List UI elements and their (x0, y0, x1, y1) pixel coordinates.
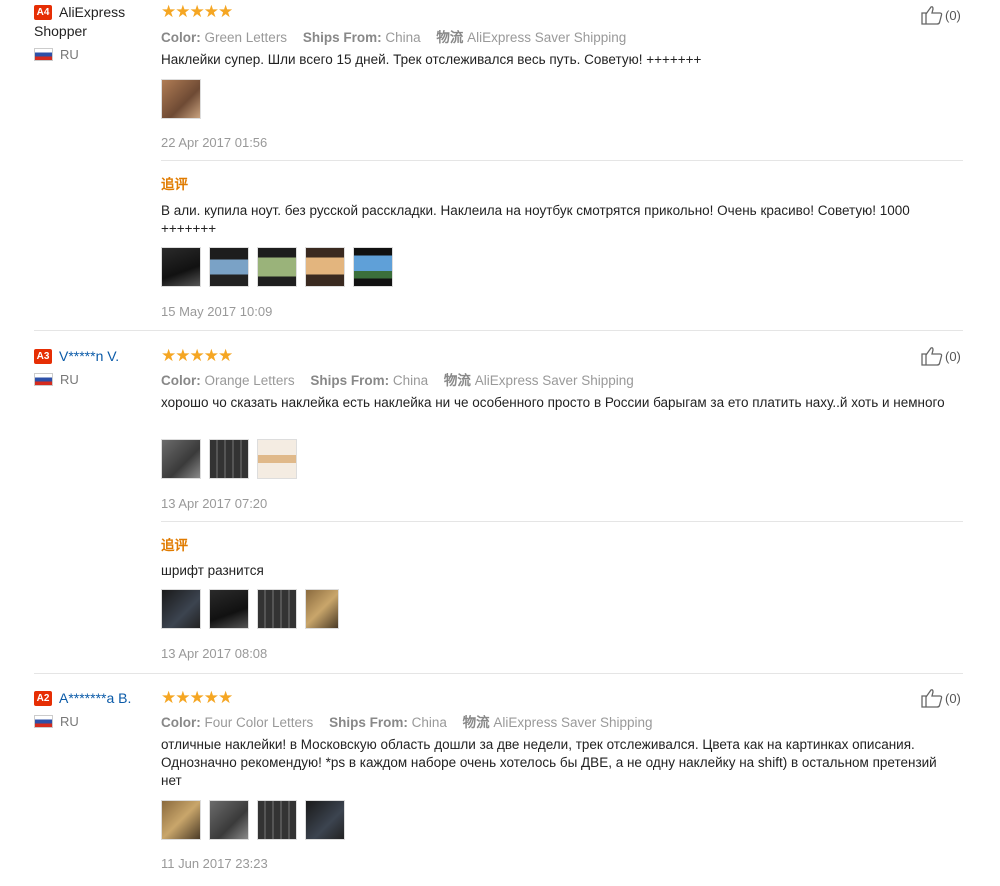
star-icon: ★ (203, 2, 219, 21)
star-icon: ★ (161, 2, 177, 21)
review-photo-thumbnail[interactable] (305, 589, 339, 629)
star-icon: ★ (218, 688, 234, 707)
review-photo-thumbnail[interactable] (209, 439, 249, 479)
review-text: Наклейки супер. Шли всего 15 дней. Трек … (161, 52, 702, 67)
logistics-value: AliExpress Saver Shipping (474, 373, 634, 388)
review-photos (161, 800, 353, 840)
ships-from-value: China (411, 715, 447, 730)
reviewer-country: RU (34, 47, 154, 62)
additional-photos (161, 247, 401, 287)
order-info: Color: Orange Letters Ships From: China … (161, 373, 634, 388)
review-date: 11 Jun 2017 23:23 (161, 856, 268, 871)
star-icon: ★ (203, 688, 219, 707)
star-icon: ★ (161, 346, 177, 365)
reviewer-name-line2: Shopper (34, 23, 87, 39)
additional-feedback-text: шрифт разнится (161, 563, 264, 578)
helpful-button[interactable]: (0) (921, 346, 961, 366)
star-icon: ★ (189, 2, 205, 21)
review-photo-thumbnail[interactable] (257, 247, 297, 287)
buyer-level-badge: A4 (34, 5, 52, 20)
review-photo-thumbnail[interactable] (305, 247, 345, 287)
reviewer-country: RU (34, 714, 154, 729)
review-date: 22 Apr 2017 01:56 (161, 135, 268, 150)
star-icon: ★ (203, 346, 219, 365)
additional-feedback-date: 13 Apr 2017 08:08 (161, 646, 268, 661)
ships-from-value: China (392, 373, 429, 388)
color-value: Green Letters (204, 30, 288, 45)
star-rating: ★★★★★ (161, 2, 234, 21)
thumbs-up-icon (921, 689, 943, 708)
star-icon: ★ (218, 346, 234, 365)
review-photo-thumbnail[interactable] (305, 800, 345, 840)
review-date: 13 Apr 2017 07:20 (161, 496, 268, 511)
reviewer-name[interactable]: V*****n V. (59, 347, 119, 366)
review-photo-thumbnail[interactable] (257, 589, 297, 629)
reviewer-info: A4 AliExpress Shopper RU (34, 3, 154, 62)
buyer-level-badge: A2 (34, 691, 52, 706)
review-photo-thumbnail[interactable] (161, 247, 201, 287)
helpful-count: (0) (945, 690, 961, 706)
additional-photos (161, 589, 347, 629)
review-divider (34, 673, 963, 674)
thumbs-up-icon (921, 347, 943, 366)
color-value: Four Color Letters (204, 715, 314, 730)
russia-flag-icon (34, 48, 53, 61)
review-photo-thumbnail[interactable] (161, 800, 201, 840)
star-icon: ★ (175, 346, 191, 365)
additional-feedback-text: В али. купила ноут. без русской рассклaд… (161, 203, 910, 236)
reviewer-country: RU (34, 372, 154, 387)
review-photo-thumbnail[interactable] (257, 800, 297, 840)
star-rating: ★★★★★ (161, 688, 234, 707)
color-value: Orange Letters (204, 373, 295, 388)
review-photo-thumbnail[interactable] (209, 800, 249, 840)
reviewer-name: AliExpress (59, 4, 126, 20)
additional-feedback-label: 追评 (161, 177, 188, 192)
divider (161, 160, 963, 161)
star-rating: ★★★★★ (161, 346, 234, 365)
helpful-button[interactable]: (0) (921, 688, 961, 708)
review-photos (161, 439, 305, 479)
review-divider (34, 330, 963, 331)
star-icon: ★ (161, 688, 177, 707)
review-photo-thumbnail[interactable] (161, 439, 201, 479)
review-text: хорошо чо сказать наклейка есть наклейка… (161, 395, 945, 410)
star-icon: ★ (189, 688, 205, 707)
order-info: Color: Four Color Letters Ships From: Ch… (161, 715, 653, 730)
reviewer-info: A2 A*******a B. RU (34, 689, 154, 729)
reviewer-info: A3 V*****n V. RU (34, 347, 154, 387)
logistics-value: AliExpress Saver Shipping (493, 715, 653, 730)
helpful-count: (0) (945, 348, 961, 364)
review-photo-thumbnail[interactable] (209, 247, 249, 287)
review-photo-thumbnail[interactable] (161, 79, 201, 119)
review-photo-thumbnail[interactable] (353, 247, 393, 287)
thumbs-up-icon (921, 6, 943, 25)
review-photo-thumbnail[interactable] (161, 589, 201, 629)
divider (161, 521, 963, 522)
review-photos (161, 79, 209, 119)
russia-flag-icon (34, 373, 53, 386)
review-text: отличные наклейки! в Московскую область … (161, 737, 937, 788)
order-info: Color: Green Letters Ships From: China 物… (161, 30, 627, 45)
buyer-level-badge: A3 (34, 349, 52, 364)
reviewer-name[interactable]: A*******a B. (59, 689, 131, 708)
star-icon: ★ (175, 688, 191, 707)
star-icon: ★ (175, 2, 191, 21)
review-photo-thumbnail[interactable] (257, 439, 297, 479)
additional-feedback-label: 追评 (161, 538, 188, 553)
helpful-button[interactable]: (0) (921, 5, 961, 25)
helpful-count: (0) (945, 7, 961, 23)
review-photo-thumbnail[interactable] (209, 589, 249, 629)
ships-from-value: China (385, 30, 421, 45)
additional-feedback-date: 15 May 2017 10:09 (161, 304, 273, 319)
star-icon: ★ (189, 346, 205, 365)
star-icon: ★ (218, 2, 234, 21)
russia-flag-icon (34, 715, 53, 728)
logistics-value: AliExpress Saver Shipping (467, 30, 627, 45)
